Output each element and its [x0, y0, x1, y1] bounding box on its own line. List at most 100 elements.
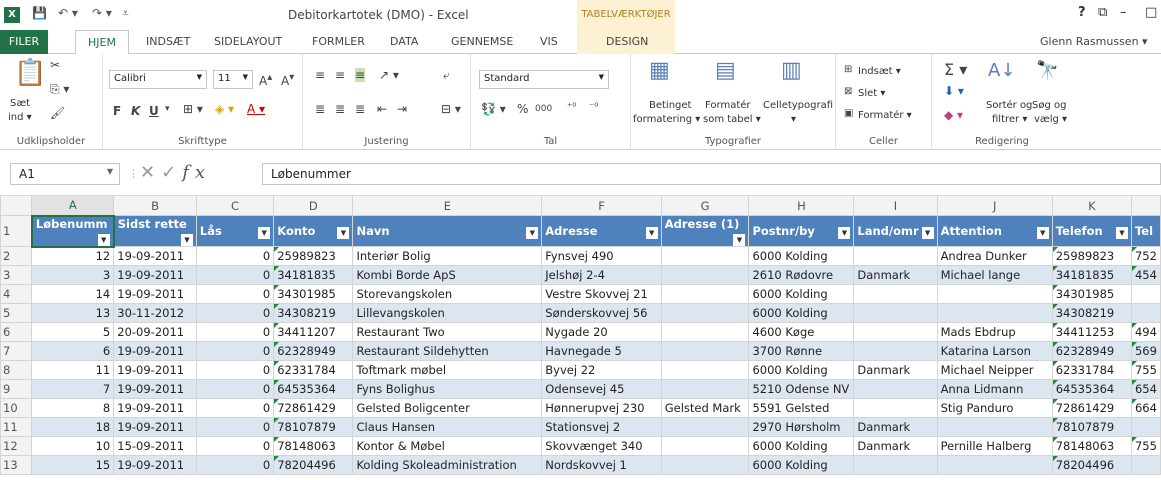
table-cell[interactable]: 19-09-2011: [113, 379, 197, 399]
table-cell[interactable]: 752: [1130, 246, 1161, 266]
table-cell[interactable]: Interiør Bolig: [352, 246, 543, 266]
table-cell[interactable]: Nygade 20: [541, 322, 662, 342]
table-column-header[interactable]: Tel: [1130, 215, 1161, 247]
decrease-decimal-icon[interactable]: ⁻⁰: [589, 102, 598, 113]
insert-cells-icon[interactable]: ⊞: [844, 64, 852, 75]
tab-hjem[interactable]: HJEM: [75, 30, 129, 55]
fill-icon[interactable]: ⬇ ▾: [944, 84, 964, 98]
row-header[interactable]: 4: [0, 284, 33, 304]
format-as-table-label[interactable]: Formatér: [705, 100, 751, 111]
tab-sidelayout[interactable]: SIDELAYOUT: [214, 35, 282, 48]
table-cell[interactable]: 19-09-2011: [113, 398, 197, 418]
table-cell[interactable]: 11: [31, 360, 115, 380]
filter-dropdown-icon[interactable]: ▼: [1036, 226, 1049, 239]
table-cell[interactable]: 62331784: [1051, 360, 1132, 380]
format-cells-button[interactable]: Formatér ▾: [858, 110, 912, 121]
tab-indsaet[interactable]: INDSÆT: [146, 35, 190, 48]
insert-function-icon[interactable]: fx: [182, 162, 211, 183]
table-cell[interactable]: [660, 341, 750, 361]
table-cell[interactable]: [853, 303, 938, 323]
table-cell[interactable]: [660, 246, 750, 266]
insert-cells-button[interactable]: Indsæt ▾: [858, 66, 901, 77]
sort-filter-label[interactable]: Sortér og: [986, 100, 1032, 111]
table-cell[interactable]: 0: [195, 417, 275, 437]
table-cell[interactable]: Toftmark møbel: [352, 360, 543, 380]
table-cell[interactable]: 20-09-2011: [113, 322, 197, 342]
table-cell[interactable]: [936, 417, 1053, 437]
table-cell[interactable]: Michael lange: [936, 265, 1053, 285]
tab-design[interactable]: DESIGN: [606, 35, 648, 48]
table-cell[interactable]: 72861429: [273, 398, 354, 418]
table-cell[interactable]: [660, 284, 750, 304]
table-cell[interactable]: 569: [1130, 341, 1161, 361]
table-cell[interactable]: 5591 Gelsted: [748, 398, 855, 418]
row-header[interactable]: 5: [0, 303, 33, 323]
column-header-C[interactable]: C: [195, 195, 275, 216]
table-column-header[interactable]: Navn ▼: [352, 215, 543, 247]
table-cell[interactable]: [853, 379, 938, 399]
table-cell[interactable]: 34301985: [1051, 284, 1132, 304]
copy-icon[interactable]: ⎘ ▾: [50, 82, 69, 97]
tab-vis[interactable]: VIS: [540, 35, 558, 48]
table-cell[interactable]: 78204496: [1051, 455, 1132, 475]
table-column-header[interactable]: Telefon ▼: [1051, 215, 1132, 247]
table-cell[interactable]: [660, 455, 750, 475]
table-cell[interactable]: 6000 Kolding: [748, 303, 855, 323]
table-cell[interactable]: Katarina Larson: [936, 341, 1053, 361]
table-cell[interactable]: 13: [31, 303, 115, 323]
table-cell[interactable]: Gelsted Boligcenter: [352, 398, 543, 418]
table-cell[interactable]: Claus Hansen: [352, 417, 543, 437]
table-cell[interactable]: Mads Ebdrup: [936, 322, 1053, 342]
table-cell[interactable]: 2610 Rødovre: [748, 265, 855, 285]
filter-dropdown-icon[interactable]: ▼: [645, 226, 658, 239]
select-all-corner[interactable]: [0, 195, 33, 216]
table-cell[interactable]: Andrea Dunker: [936, 246, 1053, 266]
table-cell[interactable]: 15: [31, 455, 115, 475]
table-cell[interactable]: [936, 284, 1053, 304]
table-cell[interactable]: Restaurant Two: [352, 322, 543, 342]
table-cell[interactable]: [853, 341, 938, 361]
filter-dropdown-icon[interactable]: ▼: [180, 233, 193, 246]
row-header[interactable]: 9: [0, 379, 33, 399]
autosum-icon[interactable]: Σ ▾: [944, 60, 967, 79]
row-header[interactable]: 1: [0, 215, 33, 247]
align-center-icon[interactable]: ≣: [335, 102, 345, 116]
tab-data[interactable]: DATA: [390, 35, 418, 48]
cut-icon[interactable]: ✂: [50, 58, 60, 72]
table-cell[interactable]: 30-11-2012: [113, 303, 197, 323]
table-cell[interactable]: 5: [31, 322, 115, 342]
table-cell[interactable]: Anna Lidmann: [936, 379, 1053, 399]
table-cell[interactable]: [660, 322, 750, 342]
table-cell[interactable]: 15-09-2011: [113, 436, 197, 456]
table-cell[interactable]: [853, 455, 938, 475]
table-cell[interactable]: Michael Neipper: [936, 360, 1053, 380]
minimize-button[interactable]: –: [1120, 5, 1127, 20]
align-left-icon[interactable]: ≣: [315, 102, 325, 116]
table-cell[interactable]: 0: [195, 360, 275, 380]
shrink-font-icon[interactable]: A▾: [281, 72, 294, 88]
conditional-formatting-dropdown[interactable]: formatering ▾: [633, 114, 700, 125]
table-cell[interactable]: 19-09-2011: [113, 284, 197, 304]
formula-input[interactable]: Løbenummer: [262, 163, 1161, 185]
table-cell[interactable]: 2970 Hørsholm: [748, 417, 855, 437]
table-cell[interactable]: [853, 284, 938, 304]
delete-cells-button[interactable]: Slet ▾: [858, 88, 885, 99]
table-cell[interactable]: 6000 Kolding: [748, 284, 855, 304]
column-header-F[interactable]: F: [541, 195, 662, 216]
table-cell[interactable]: [1130, 303, 1161, 323]
cell-styles-dropdown[interactable]: ▾: [791, 114, 796, 125]
table-cell[interactable]: 64535364: [1051, 379, 1132, 399]
find-select-icon[interactable]: 🔭: [1036, 60, 1058, 81]
table-column-header[interactable]: Sidst rette ▼: [113, 215, 197, 247]
table-cell[interactable]: 5210 Odense NV: [748, 379, 855, 399]
table-column-header[interactable]: Løbenumm ▼: [30, 214, 115, 248]
filter-dropdown-icon[interactable]: ▼: [1115, 226, 1128, 239]
row-header[interactable]: 6: [0, 322, 33, 342]
table-cell[interactable]: [660, 379, 750, 399]
table-cell[interactable]: 6000 Kolding: [748, 360, 855, 380]
table-cell[interactable]: [1130, 417, 1161, 437]
table-cell[interactable]: Restaurant Sildehytten: [352, 341, 543, 361]
table-cell[interactable]: 0: [195, 455, 275, 475]
user-account[interactable]: Glenn Rasmussen ▾: [1040, 35, 1148, 48]
undo-icon[interactable]: ↶ ▾: [58, 6, 78, 20]
